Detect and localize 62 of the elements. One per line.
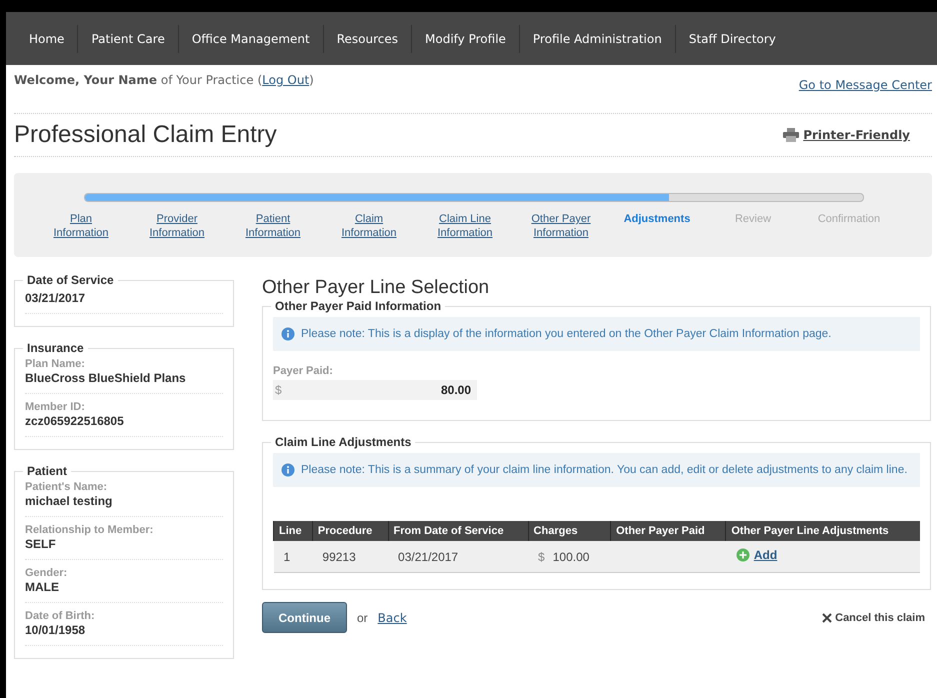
back-link[interactable]: Back — [378, 610, 407, 624]
nav-item[interactable]: Office Management — [178, 24, 323, 52]
panel-legend: Date of Service — [23, 273, 118, 287]
progress-step[interactable]: Provider Information — [129, 212, 225, 240]
table-cell: 03/21/2017 — [388, 541, 528, 572]
table-cell: $ 100.00 — [528, 541, 611, 572]
field-value: michael testing — [25, 494, 114, 508]
field-label: Relationship to Member: — [25, 524, 154, 536]
welcome-text: Welcome, Your Name of Your Practice (Log Out) — [14, 73, 314, 87]
field-value: MALE — [25, 580, 60, 594]
plus-icon — [736, 548, 750, 562]
column-header: Other Payer Paid — [610, 521, 726, 541]
progress-step[interactable]: Claim Information — [321, 212, 417, 240]
panel-legend: Insurance — [23, 341, 88, 355]
progress-step[interactable]: Plan Information — [33, 212, 129, 240]
nav-item[interactable]: Profile Administration — [518, 24, 675, 52]
panel-legend: Patient — [23, 464, 72, 478]
progress-step[interactable]: Adjustments — [609, 212, 705, 240]
nav-item[interactable]: Resources — [322, 24, 412, 52]
column-header: Procedure — [312, 521, 388, 541]
section-heading: Other Payer Line Selection — [262, 277, 490, 299]
table-cell: 99213 — [312, 541, 388, 572]
nav-item[interactable]: Home — [16, 24, 78, 52]
table-cell: 1 — [274, 541, 312, 572]
logout-link[interactable]: Log Out — [262, 73, 310, 87]
add-link[interactable]: Add — [736, 548, 778, 562]
progress-step[interactable]: Other Payer Information — [513, 212, 609, 240]
field-label: Member ID: — [25, 401, 86, 413]
field-label: Gender: — [25, 567, 68, 579]
column-header: Line — [274, 521, 312, 541]
info-icon — [281, 327, 295, 341]
field-value: BlueCross BlueShield Plans — [25, 371, 187, 385]
message-center-link[interactable]: Go to Message Center — [798, 78, 932, 92]
column-header: Other Payer Line Adjustments — [726, 521, 920, 541]
printer-icon — [783, 128, 800, 142]
cancel-claim-link[interactable]: Cancel this claim — [822, 612, 925, 624]
nav-item[interactable]: Staff Directory — [674, 24, 789, 52]
continue-button[interactable]: Continue — [262, 602, 347, 633]
panel-legend: Claim Line Adjustments — [271, 435, 416, 449]
note-text: Please note: This is a summary of your claim line information. You can add, edit or delete adjustments to any claim line. — [301, 464, 908, 476]
column-header: From Date of Service — [388, 521, 528, 541]
progress-step[interactable]: Claim Line Information — [417, 212, 513, 240]
payer-paid-field: $ 80.00 — [273, 380, 477, 400]
nav-item[interactable]: Modify Profile — [411, 24, 519, 52]
field-label: Patient's Name: — [25, 481, 108, 493]
field-value: 10/01/1958 — [25, 623, 86, 637]
close-icon — [822, 612, 832, 622]
panel-legend: Other Payer Paid Information — [271, 299, 446, 313]
page-title: Professional Claim Entry — [14, 121, 277, 149]
field-value: SELF — [25, 537, 57, 551]
field-value: zcz065922516805 — [25, 414, 125, 428]
column-header: Charges — [528, 521, 611, 541]
nav-item[interactable]: Patient Care — [77, 24, 178, 52]
field-label: Date of Birth: — [25, 610, 96, 622]
or-text: or — [357, 610, 368, 624]
info-icon — [281, 463, 295, 477]
field-label: Plan Name: — [25, 358, 86, 370]
note-text: Please note: This is a display of the information you entered on the Other Payer Claim Information page. — [301, 328, 832, 340]
field-label: Payer Paid: — [273, 365, 334, 377]
field-value: 03/21/2017 — [25, 291, 86, 305]
progress-step[interactable]: Patient Information — [225, 212, 321, 240]
printer-friendly-link[interactable]: Printer-Friendly — [783, 128, 910, 142]
